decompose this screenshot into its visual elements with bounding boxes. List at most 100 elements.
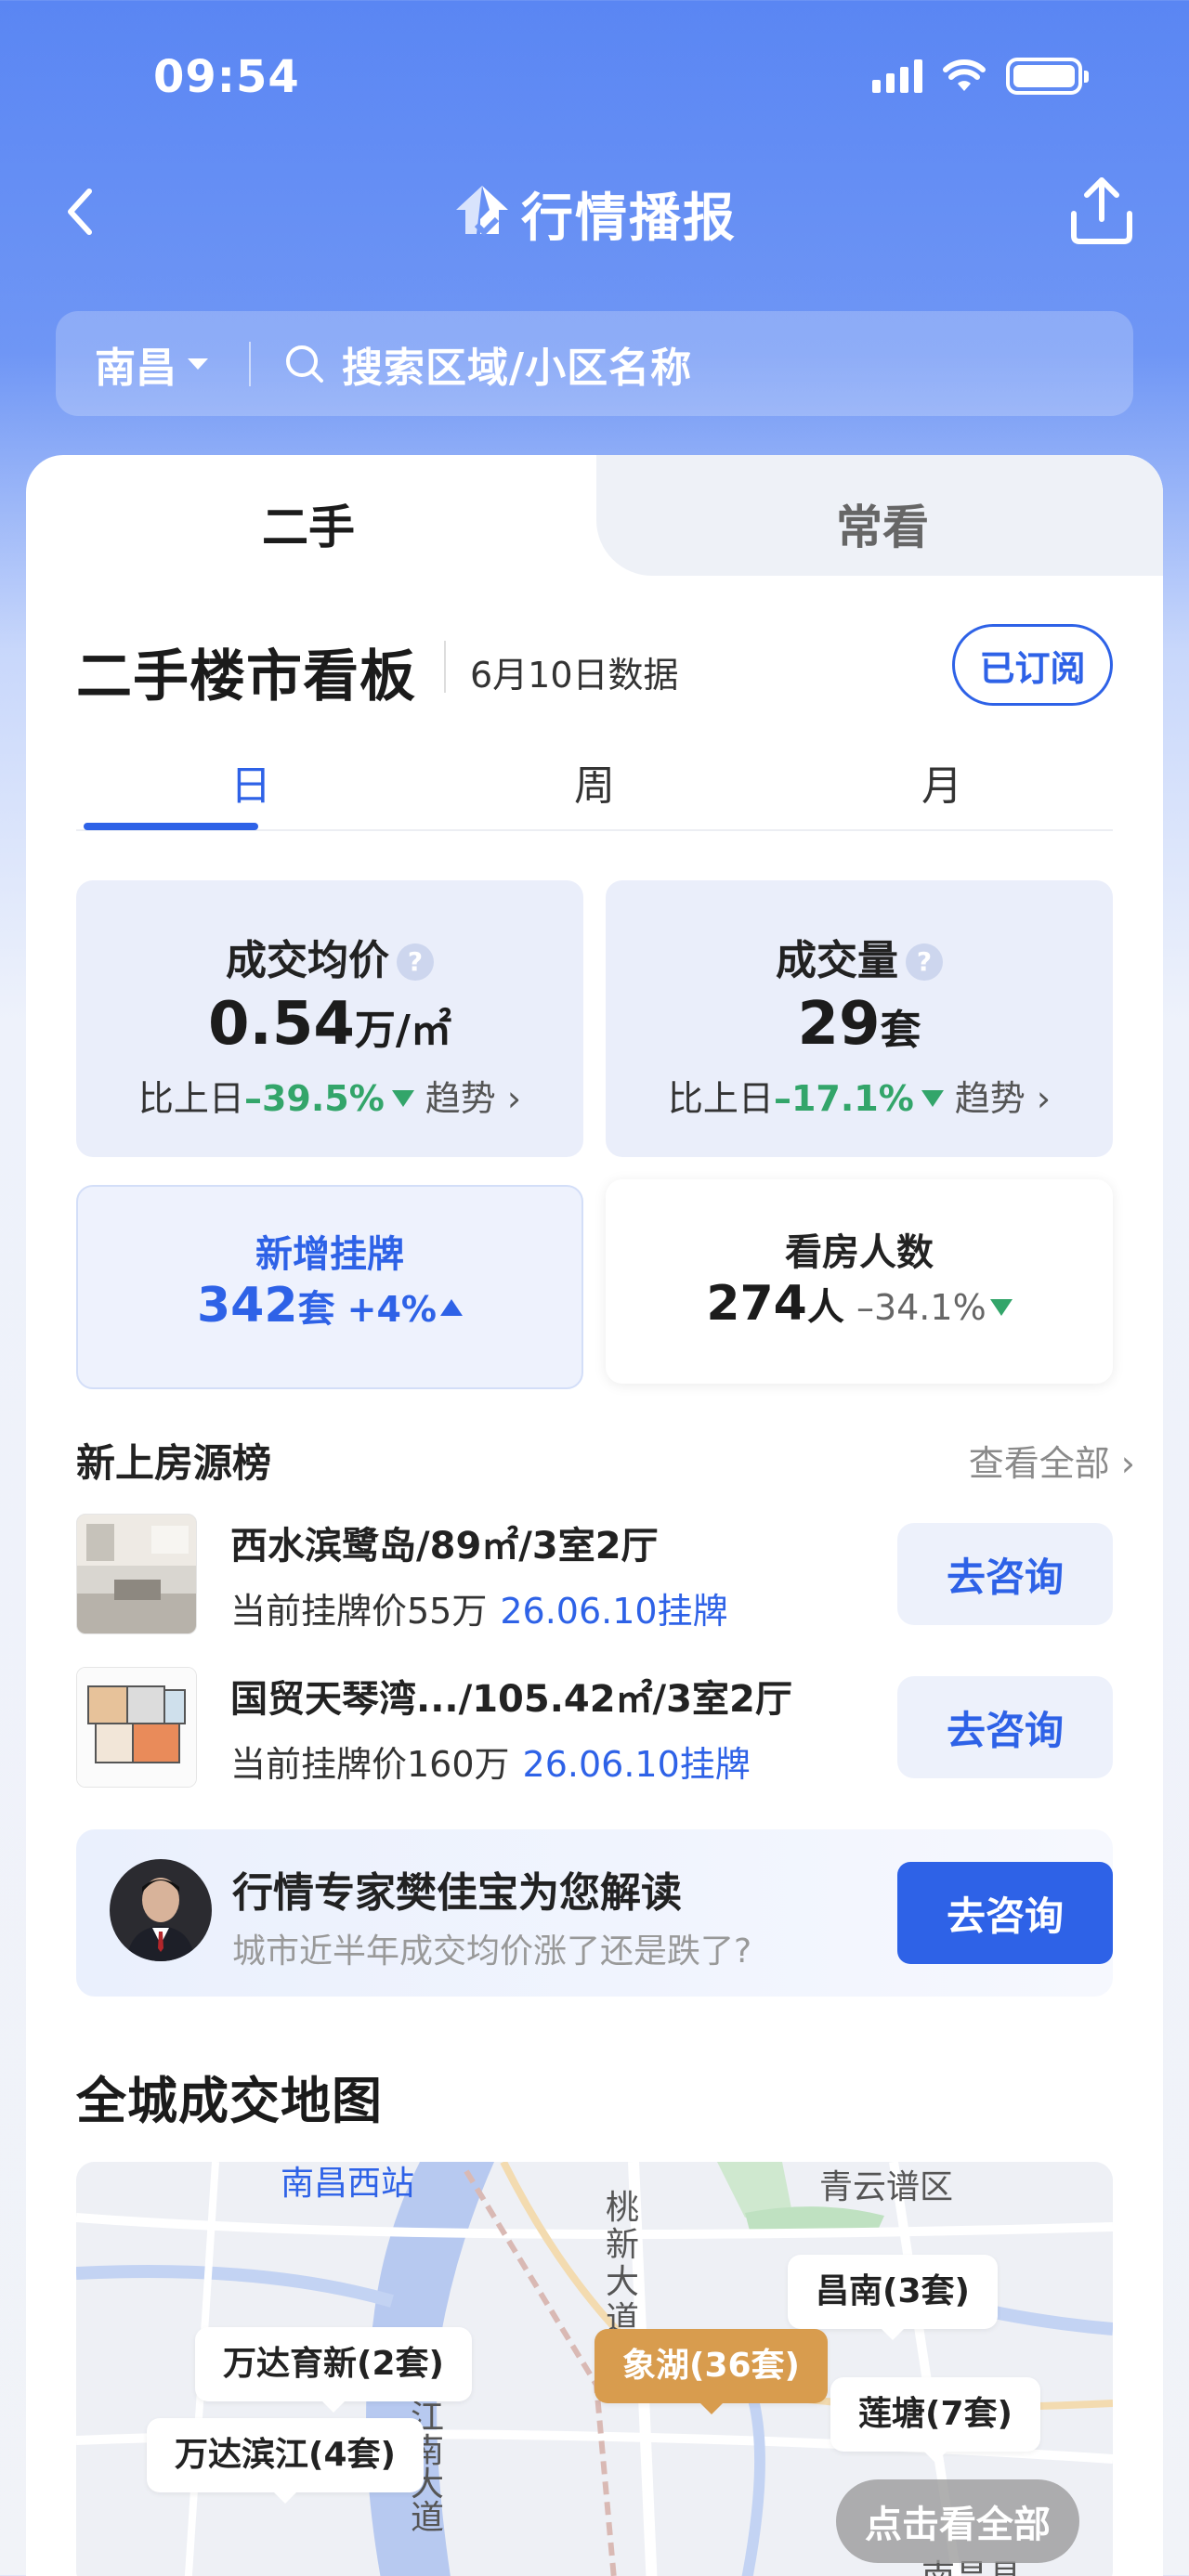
viewers-unit: 人 [806,1286,844,1329]
report-logo-icon [456,185,508,236]
avg-price-trend-label: 趋势 [425,1078,496,1119]
map-area-label-hot[interactable]: 象湖(36套) [594,2329,829,2414]
listing-item[interactable]: 国贸天琴湾.../105.42㎡/3室2厅 当前挂牌价160万 26.06.10挂… [76,1667,1113,1788]
volume-unit: 套 [880,1007,921,1054]
listing-date: 26.06.10挂牌 [500,1591,728,1632]
help-icon[interactable]: ? [906,943,943,981]
map-place-name: 青云谱区 [819,2168,954,2206]
search-bar: 南昌 搜索区域/小区名称 [56,311,1133,416]
volume-compare-prefix: 比上日 [667,1078,774,1119]
map-place-name: 桃新大道 [606,2189,640,2338]
search-icon [286,345,323,383]
volume-trend-label: 趋势 [954,1078,1026,1119]
down-arrow-icon [921,1090,944,1107]
volume-label: 成交量 [776,937,898,984]
subscribe-button[interactable]: 已订阅 [952,624,1113,706]
viewers-label: 看房人数 [785,1231,934,1274]
down-arrow-icon [989,1299,1013,1316]
wifi-icon [943,59,986,91]
listing-thumbnail [76,1667,197,1788]
expert-consult-button[interactable]: 去咨询 [897,1862,1113,1964]
top-tabs: 二手 常看 [26,455,1163,576]
avg-price-unit: 万/㎡ [354,1007,451,1054]
board-date: 6月10日数据 [470,655,679,696]
volume-value-row: 29套 [606,990,1113,1059]
caret-down-icon [188,358,208,370]
new-listings-change: +4% [346,1289,437,1330]
listing-price-row: 当前挂牌价55万 26.06.10挂牌 [230,1582,728,1633]
avg-price-label: 成交均价 [226,937,389,984]
board-title: 二手楼市看板 [76,644,416,709]
avg-price-compare: 比上日–39.5% 趋势 › [76,1070,583,1121]
listing-price: 当前挂牌价55万 [230,1591,488,1632]
map-area-label[interactable]: 莲塘(7套) [830,2377,1040,2463]
listing-price-row: 当前挂牌价160万 26.06.10挂牌 [230,1736,751,1787]
map-place-name: 南昌西站 [281,2165,415,2203]
listing-date: 26.06.10挂牌 [522,1744,751,1785]
period-tab-week[interactable]: 周 [574,752,615,812]
up-arrow-icon [440,1299,463,1316]
share-button[interactable] [1066,173,1137,247]
expert-banner[interactable]: 行情专家樊佳宝为您解读 城市近半年成交均价涨了还是跌了? 去咨询 [76,1829,1113,1997]
search-input[interactable]: 搜索区域/小区名称 [282,311,1133,416]
period-tabs: 日 周 月 [76,743,1113,831]
battery-icon [1006,58,1089,95]
avg-price-change: –39.5% [243,1078,385,1119]
avg-price-value: 0.54 [208,990,355,1059]
new-listings-card[interactable]: 新增挂牌 342套 +4% [76,1185,583,1389]
map-area-label[interactable]: 万达滨江(4套) [147,2418,424,2504]
consult-button[interactable]: 去咨询 [897,1676,1113,1778]
viewers-value: 274 [706,1276,807,1332]
viewers-value-row: 274人 –34.1% [606,1276,1113,1332]
volume-card[interactable]: 成交量? 29套 比上日–17.1% 趋势 › [606,880,1113,1157]
map-title: 全城成交地图 [76,2072,383,2130]
down-arrow-icon [391,1090,414,1107]
consult-button[interactable]: 去咨询 [897,1523,1113,1625]
listing-price: 当前挂牌价160万 [230,1744,510,1785]
avg-price-trend-link[interactable]: 趋势 › [425,1078,521,1119]
help-icon[interactable]: ? [397,943,434,981]
share-icon [1071,177,1132,244]
volume-trend-link[interactable]: 趋势 › [955,1078,1051,1119]
viewers-card[interactable]: 看房人数 274人 –34.1% [606,1179,1113,1384]
tab-frequent[interactable]: 常看 [836,490,929,557]
listing-name: 国贸天琴湾.../105.42㎡/3室2厅 [230,1678,792,1721]
page-title: 行情播报 [0,176,1189,252]
new-listings-section-title: 新上房源榜 [76,1440,272,1486]
period-tab-day[interactable]: 日 [230,752,271,812]
volume-label-row: 成交量? [606,927,1113,986]
nav-title-text: 行情播报 [521,189,737,249]
map-view-all-button[interactable]: 点击看全部 [836,2479,1079,2563]
new-listings-label: 新增挂牌 [255,1233,404,1276]
avg-price-value-row: 0.54万/㎡ [76,990,583,1059]
search-placeholder: 搜索区域/小区名称 [342,344,693,392]
viewers-change: –34.1% [856,1287,986,1328]
expert-subtitle: 城市近半年成交均价涨了还是跌了? [232,1932,752,1971]
new-listings-unit: 套 [297,1288,335,1331]
city-name: 南昌 [95,344,176,392]
avg-price-label-row: 成交均价? [76,927,583,986]
search-divider [249,341,251,386]
new-listings-value: 342 [197,1278,298,1334]
volume-value: 29 [797,990,881,1059]
listing-name: 西水滨鹭岛/89㎡/3室2厅 [230,1525,659,1568]
period-active-indicator [84,823,258,830]
listing-item[interactable]: 西水滨鹭岛/89㎡/3室2厅 当前挂牌价55万 26.06.10挂牌 去咨询 [76,1514,1113,1634]
expert-title: 行情专家樊佳宝为您解读 [232,1869,682,1917]
map-area-label[interactable]: 万达育新(2套) [195,2327,472,2413]
board-divider [444,641,446,693]
volume-change: –17.1% [773,1078,914,1119]
listing-thumbnail [76,1514,197,1634]
volume-compare: 比上日–17.1% 趋势 › [606,1070,1113,1121]
city-selector[interactable]: 南昌 [95,334,208,394]
view-all-link[interactable]: 查看全部 › [969,1435,1135,1486]
new-listings-value-row: 342套 +4% [78,1278,581,1334]
status-time: 09:54 [153,51,300,103]
avg-price-compare-prefix: 比上日 [137,1078,244,1119]
avg-price-card[interactable]: 成交均价? 0.54万/㎡ 比上日–39.5% 趋势 › [76,880,583,1157]
tab-second-hand[interactable]: 二手 [262,490,355,557]
expert-avatar [110,1859,212,1961]
map-area-label[interactable]: 昌南(3套) [788,2255,998,2340]
period-tab-month[interactable]: 月 [921,752,962,812]
status-icons [872,58,1089,95]
